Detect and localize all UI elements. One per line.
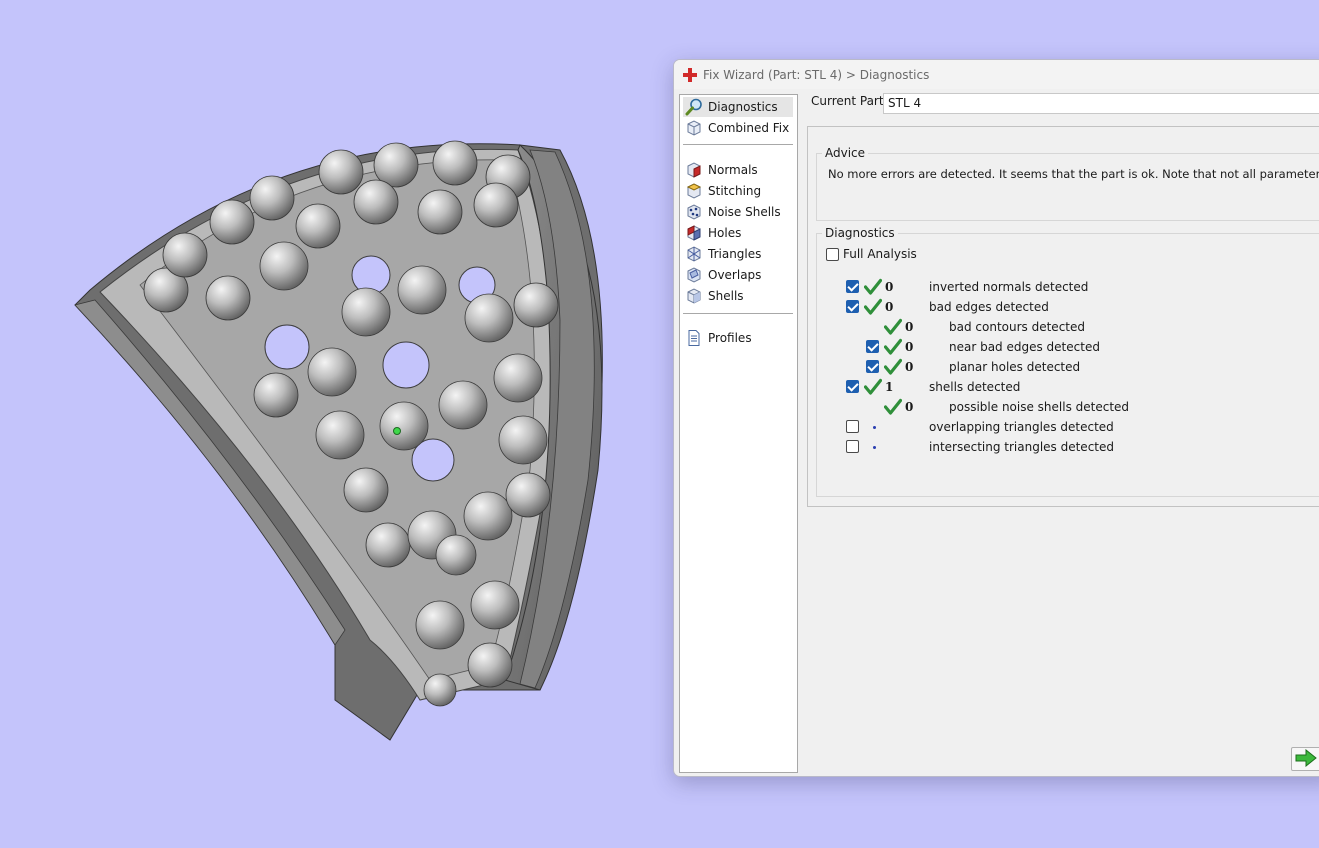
nav-item-shells[interactable]: Shells [683,286,793,306]
stitching-cube-icon [685,182,703,200]
green-arrow-right-icon [1295,748,1317,770]
full-analysis-label: Full Analysis [843,247,917,261]
diagnostic-label: shells detected [929,380,1021,394]
nav-label: Stitching [708,184,762,198]
triangles-cube-icon [685,245,703,263]
cube-icon [685,119,703,137]
nav-item-diagnostics[interactable]: Diagnostics [683,97,793,117]
diagnostic-count: 0 [905,400,914,414]
fix-wizard-nav: Diagnostics Combined Fix Normals Stitchi… [679,94,798,773]
shells-cube-icon [685,287,703,305]
pending-dot-icon [873,446,876,449]
advice-text: No more errors are detected. It seems th… [828,167,1319,181]
diagnostic-checkbox[interactable] [846,440,859,453]
nav-label: Combined Fix [708,121,790,135]
nav-label: Diagnostics [708,100,778,114]
diagnostic-row: 0 inverted normals detected [817,277,1317,297]
diagnostic-checkbox[interactable] [846,380,859,393]
diagnostic-label: possible noise shells detected [949,400,1130,414]
nav-label: Overlaps [708,268,762,282]
nav-item-combined-fix[interactable]: Combined Fix [683,118,793,138]
overlaps-cube-icon [685,266,703,284]
green-check-icon [883,318,903,336]
nav-label: Holes [708,226,742,240]
nav-separator [683,313,793,314]
diagnostics-panel: Advice No more errors are detected. It s… [807,126,1319,507]
current-part-label: Current Part: [811,94,888,108]
3d-viewport[interactable] [0,0,670,848]
diagnostic-row: 0 possible noise shells detected [817,397,1317,417]
stl-part-model[interactable] [0,0,670,848]
diagnostic-checkbox[interactable] [866,360,879,373]
holes-cube-icon [685,224,703,242]
nav-item-noise-shells[interactable]: Noise Shells [683,202,793,222]
green-check-icon [883,358,903,376]
nav-label: Profiles [708,331,752,345]
diagnostic-count: 0 [905,320,914,334]
nav-label: Shells [708,289,744,303]
diagnostic-row: 1 shells detected [817,377,1317,397]
diagnostic-row: 0 bad contours detected [817,317,1317,337]
current-part-field[interactable]: STL 4 [883,93,1319,114]
diagnostic-label: inverted normals detected [929,280,1089,294]
advice-group: Advice No more errors are detected. It s… [816,146,1319,221]
diagnostic-count: 0 [885,280,894,294]
advice-title: Advice [822,146,869,160]
diagnostic-label: intersecting triangles detected [929,440,1114,454]
title-bar[interactable]: Fix Wizard (Part: STL 4) > Diagnostics [674,60,1319,89]
document-icon [685,329,703,347]
nav-item-triangles[interactable]: Triangles [683,244,793,264]
fix-wizard-dialog: Fix Wizard (Part: STL 4) > Diagnostics D… [673,59,1319,777]
nav-item-holes[interactable]: Holes [683,223,793,243]
full-analysis-checkbox[interactable] [826,247,839,261]
diagnostic-count: 1 [885,380,894,394]
diagnostic-label: bad edges detected [929,300,1049,314]
pending-dot-icon [873,426,876,429]
diagnostics-group: Diagnostics Full Analysis 0 inverted norm… [816,226,1319,497]
next-button[interactable] [1291,747,1319,771]
diagnostic-row: 0 near bad edges detected [817,337,1317,357]
diagnostic-checkbox[interactable] [846,280,859,293]
diagnostic-checkbox[interactable] [866,340,879,353]
diagnostic-label: near bad edges detected [949,340,1100,354]
diagnostic-row: overlapping triangles detected [817,417,1317,437]
red-cross-icon [683,67,697,82]
green-check-icon [863,378,883,396]
diagnostic-count: 0 [885,300,894,314]
nav-item-normals[interactable]: Normals [683,160,793,180]
window-title: Fix Wizard (Part: STL 4) > Diagnostics [703,67,930,82]
nav-label: Noise Shells [708,205,781,219]
green-check-icon [883,338,903,356]
green-check-icon [883,398,903,416]
nav-item-profiles[interactable]: Profiles [683,328,793,348]
nav-item-overlaps[interactable]: Overlaps [683,265,793,285]
diagnostic-checkbox[interactable] [846,300,859,313]
diagnostic-count: 0 [905,340,914,354]
full-analysis-option[interactable]: Full Analysis [826,247,917,261]
diagnostics-title: Diagnostics [822,226,898,240]
diagnostic-label: overlapping triangles detected [929,420,1114,434]
nav-label: Normals [708,163,758,177]
diagnostic-row: intersecting triangles detected [817,437,1317,457]
nav-separator [683,144,793,145]
diagnostic-checkbox[interactable] [846,420,859,433]
nav-item-stitching[interactable]: Stitching [683,181,793,201]
diagnostic-count: 0 [905,360,914,374]
diagnostic-label: planar holes detected [949,360,1081,374]
nav-label: Triangles [708,247,762,261]
diagnostic-row: 0 bad edges detected [817,297,1317,317]
magnifier-icon [685,98,703,116]
normals-cube-icon [685,161,703,179]
diagnostic-label: bad contours detected [949,320,1085,334]
green-check-icon [863,278,883,296]
green-check-icon [863,298,883,316]
noise-shells-icon [685,203,703,221]
diagnostic-row: 0 planar holes detected [817,357,1317,377]
